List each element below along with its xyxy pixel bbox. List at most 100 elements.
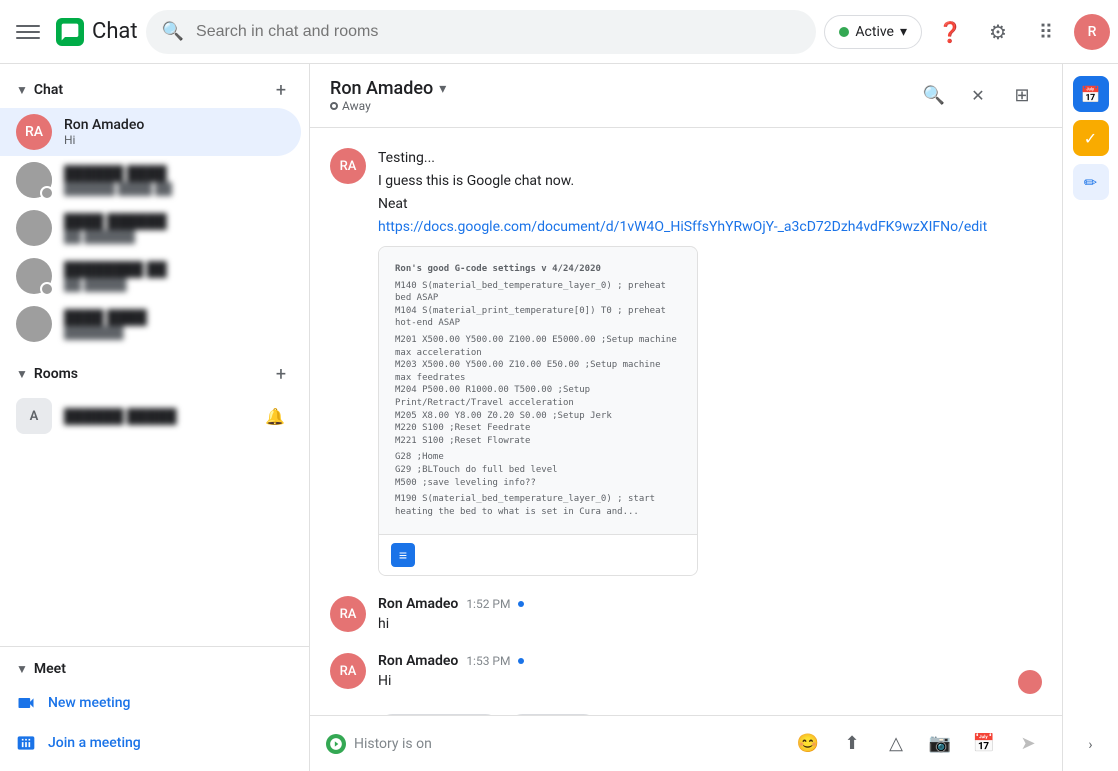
add-chat-button[interactable]: + xyxy=(269,78,293,102)
apps-grid-button[interactable]: ⠿ xyxy=(1026,12,1066,52)
apps-grid-icon: ⠿ xyxy=(1039,20,1054,44)
message-time-6: 1:52 PM xyxy=(466,597,510,611)
tasks-app-icon: ✓ xyxy=(1084,129,1097,148)
emoji-button[interactable]: 😊 xyxy=(790,726,826,762)
settings-button[interactable]: ⚙ xyxy=(978,12,1018,52)
expand-panel-button[interactable]: › xyxy=(1073,727,1109,763)
message-text-google-chat: I guess this is Google chat now. xyxy=(378,171,1042,192)
expand-panel-icon: › xyxy=(1088,737,1092,753)
chat-item-name-2: ██████ ████ xyxy=(64,165,285,182)
app-title: Chat xyxy=(92,19,138,44)
rooms-section-header[interactable]: ▼ Rooms + xyxy=(0,356,309,392)
top-nav: Chat 🔍 Active ▾ ❓ ⚙ ⠿ R xyxy=(0,0,1118,64)
message-text-testing: Testing... xyxy=(378,148,1042,169)
message-status-dot-7 xyxy=(518,658,524,664)
expand-app-icon: ⊞ xyxy=(1014,85,1029,106)
video-button[interactable]: 📷 xyxy=(922,726,958,762)
calendar-button[interactable]: 📅 xyxy=(966,726,1002,762)
add-room-button[interactable]: + xyxy=(269,362,293,386)
pin-icon: ✕ xyxy=(971,86,984,105)
video-icon: 📷 xyxy=(929,733,951,754)
join-meeting-label: Join a meeting xyxy=(48,735,141,751)
reaction-avatar xyxy=(1018,670,1042,694)
message-link[interactable]: https://docs.google.com/document/d/1vW4O… xyxy=(378,217,1042,238)
expand-app-button[interactable]: ⊞ xyxy=(1002,76,1042,116)
avatar-5 xyxy=(16,306,52,342)
main-chat-area: Ron Amadeo ▾ Away 🔍 ✕ xyxy=(310,64,1062,771)
emoji-icon: 😊 xyxy=(797,733,819,754)
message-avatar-6: RA xyxy=(330,596,366,632)
meet-section-header[interactable]: ▼ Meet xyxy=(0,655,309,683)
avatar-2 xyxy=(16,162,52,198)
calendar-app-button[interactable]: 📅 xyxy=(1073,76,1109,112)
chat-item-ron-amadeo[interactable]: RA Ron Amadeo Hi xyxy=(0,108,301,156)
right-panel-icons: 📅 ✓ ✏ › xyxy=(1062,64,1118,771)
chat-item-4[interactable]: ████████ ██ ██ █████ xyxy=(0,252,301,300)
message-text-6: hi xyxy=(378,614,1042,635)
chat-item-3[interactable]: ████ ██████ ██ ██████ xyxy=(0,204,301,252)
room-bell-icon: 🔔 xyxy=(265,407,285,426)
input-area: History is on 😊 ⬆ △ 📷 📅 ➤ xyxy=(310,715,1062,771)
message-status-dot-6 xyxy=(518,601,524,607)
status-dropdown-icon: ▾ xyxy=(900,24,907,40)
new-meeting-label: New meeting xyxy=(48,695,130,711)
message-row-thread-start: RA Testing... I guess this is Google cha… xyxy=(330,144,1042,580)
help-icon: ❓ xyxy=(938,20,963,44)
hamburger-menu-button[interactable] xyxy=(8,12,48,52)
attachment-card[interactable]: Ron's good G-code settings v 4/24/2020 M… xyxy=(378,246,698,576)
search-bar[interactable]: 🔍 xyxy=(146,10,817,54)
message-time-7: 1:53 PM xyxy=(466,654,510,668)
chat-search-icon: 🔍 xyxy=(923,85,945,106)
status-dot xyxy=(839,27,849,37)
pin-button[interactable]: ✕ xyxy=(958,76,998,116)
chat-contact-status: Away xyxy=(330,99,914,113)
app-logo xyxy=(56,18,84,46)
sidebar-content: ▼ Chat + RA Ron Amadeo Hi xyxy=(0,64,309,646)
message-text-7: Hi xyxy=(378,671,1002,692)
calendar-app-icon: 📅 xyxy=(1081,85,1101,104)
sidebar: ▼ Chat + RA Ron Amadeo Hi xyxy=(0,64,310,771)
join-meeting-icon xyxy=(16,733,36,753)
meet-section-label: Meet xyxy=(34,661,66,677)
chat-contact-name[interactable]: Ron Amadeo ▾ xyxy=(330,78,914,99)
gear-icon: ⚙ xyxy=(989,20,1007,44)
rooms-section-label: Rooms xyxy=(34,366,78,382)
help-button[interactable]: ❓ xyxy=(930,12,970,52)
history-label: History is on xyxy=(354,736,782,752)
chat-header: Ron Amadeo ▾ Away 🔍 ✕ xyxy=(310,64,1062,128)
chat-item-5[interactable]: ████ ████ ███████ xyxy=(0,300,301,348)
message-reaction-avatar-container xyxy=(1014,666,1042,694)
tasks-app-button[interactable]: ✓ xyxy=(1073,120,1109,156)
room-item-1[interactable]: A ██████ █████ 🔔 xyxy=(0,392,301,440)
join-meeting-button[interactable]: Join a meeting xyxy=(0,723,309,763)
chat-section-header[interactable]: ▼ Chat + xyxy=(0,72,309,108)
avatar-3 xyxy=(16,210,52,246)
meet-section: ▼ Meet New meeting xyxy=(0,646,309,771)
chat-search-button[interactable]: 🔍 xyxy=(914,76,954,116)
message-avatar-thread: RA xyxy=(330,148,366,184)
status-label: Active xyxy=(855,24,894,40)
search-input[interactable] xyxy=(196,23,800,41)
chat-section-label: Chat xyxy=(34,82,63,98)
send-button[interactable]: ➤ xyxy=(1010,726,1046,762)
status-button[interactable]: Active ▾ xyxy=(824,15,922,49)
attachment-doc-icon: ≡ xyxy=(391,543,415,567)
message-sender-6: Ron Amadeo xyxy=(378,596,458,612)
alert-button[interactable]: △ xyxy=(878,726,914,762)
chat-item-2[interactable]: ██████ ████ ██████ ████ ██ xyxy=(0,156,301,204)
google-doc-link[interactable]: https://docs.google.com/document/d/1vW4O… xyxy=(378,219,987,235)
chat-item-name: Ron Amadeo xyxy=(64,117,285,133)
message-row-7: RA Ron Amadeo 1:53 PM Hi xyxy=(330,649,1042,698)
chat-header-dropdown-icon: ▾ xyxy=(439,81,446,97)
upload-icon: ⬆ xyxy=(844,733,859,754)
upload-button[interactable]: ⬆ xyxy=(834,726,870,762)
new-meeting-icon xyxy=(16,693,36,713)
room-avatar-1: A xyxy=(16,398,52,434)
message-sender-7: Ron Amadeo xyxy=(378,653,458,669)
new-meeting-button[interactable]: New meeting xyxy=(0,683,309,723)
message-avatar-7: RA xyxy=(330,653,366,689)
input-box[interactable]: History is on xyxy=(354,736,782,752)
user-avatar[interactable]: R xyxy=(1074,14,1110,50)
edit-app-button[interactable]: ✏ xyxy=(1073,164,1109,200)
messages-area[interactable]: RA Testing... I guess this is Google cha… xyxy=(310,128,1062,715)
